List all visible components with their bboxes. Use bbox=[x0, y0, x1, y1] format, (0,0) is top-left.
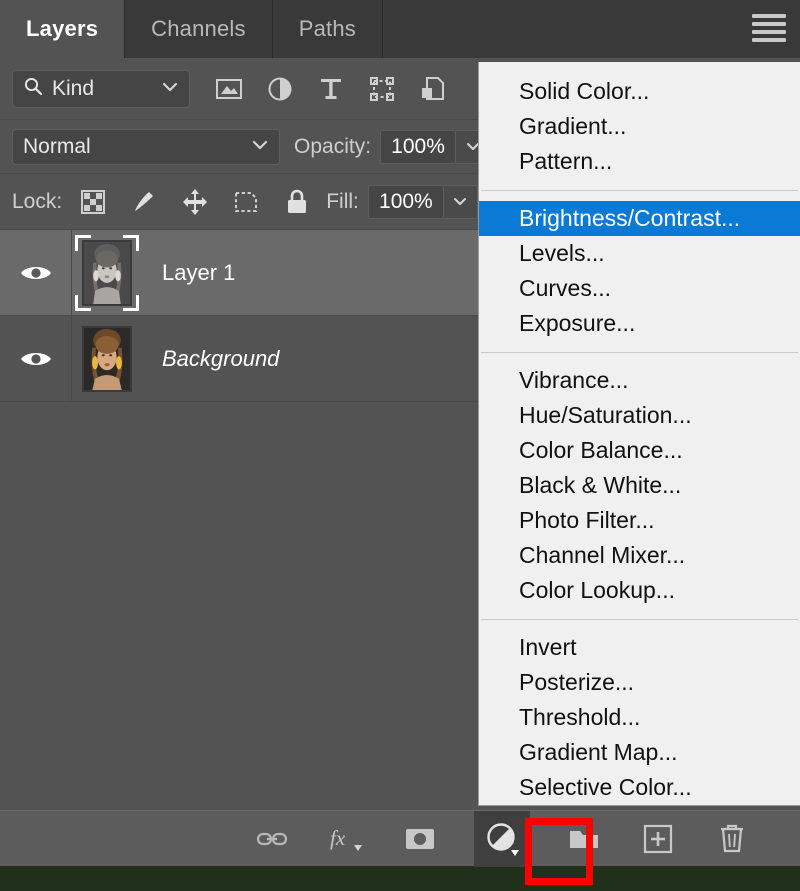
lock-label: Lock: bbox=[12, 189, 63, 213]
pixel-layer-filter-icon[interactable] bbox=[214, 74, 244, 104]
fx-icon: fx bbox=[330, 826, 362, 851]
type-layer-filter-icon[interactable] bbox=[316, 74, 346, 104]
layer-thumbnail-background[interactable] bbox=[74, 320, 140, 398]
layer-visibility-toggle-layer-1[interactable] bbox=[0, 230, 72, 315]
half-filled-circle-icon bbox=[487, 822, 519, 856]
tab-layers-label: Layers bbox=[26, 16, 99, 41]
menu-item-channel-mixer[interactable]: Channel Mixer... bbox=[479, 538, 800, 573]
menu-item-exposure[interactable]: Exposure... bbox=[479, 306, 800, 341]
new-adjustment-layer-button[interactable] bbox=[474, 810, 530, 867]
blend-mode-value: Normal bbox=[23, 134, 91, 158]
adjustment-layer-filter-icon[interactable] bbox=[265, 74, 295, 104]
menu-separator bbox=[481, 352, 798, 353]
lock-transparent-pixels-icon[interactable] bbox=[78, 187, 108, 217]
tab-strip-filler bbox=[383, 0, 800, 58]
layer-name-layer-1[interactable]: Layer 1 bbox=[162, 260, 235, 286]
chain-link-icon bbox=[256, 832, 288, 845]
panel-tab-strip: Layers Channels Paths bbox=[0, 0, 800, 58]
menu-item-gradient-map[interactable]: Gradient Map... bbox=[479, 735, 800, 770]
photoshop-layers-panel-screenshot: Layers Channels Paths Kind Normal Opacit… bbox=[0, 0, 800, 891]
menu-item-threshold[interactable]: Threshold... bbox=[479, 700, 800, 735]
menu-item-invert[interactable]: Invert bbox=[479, 630, 800, 665]
layer-style-button[interactable]: fx bbox=[326, 819, 366, 859]
menu-item-color-lookup[interactable]: Color Lookup... bbox=[479, 573, 800, 608]
new-adjustment-layer-menu: Solid Color... Gradient... Pattern... Br… bbox=[478, 62, 800, 806]
plus-square-icon bbox=[643, 824, 673, 853]
tab-channels[interactable]: Channels bbox=[125, 0, 273, 58]
link-layers-button[interactable] bbox=[252, 819, 292, 859]
chevron-down-icon bbox=[251, 138, 269, 156]
menu-item-black-and-white[interactable]: Black & White... bbox=[479, 468, 800, 503]
lock-image-pixels-icon[interactable] bbox=[129, 187, 159, 217]
menu-item-curves[interactable]: Curves... bbox=[479, 271, 800, 306]
menu-group-special: Invert Posterize... Threshold... Gradien… bbox=[479, 630, 800, 805]
new-layer-button[interactable] bbox=[638, 819, 678, 859]
filter-kind-select[interactable]: Kind bbox=[12, 69, 190, 108]
tab-paths-label: Paths bbox=[298, 16, 356, 41]
folder-icon bbox=[570, 830, 598, 848]
menu-item-pattern[interactable]: Pattern... bbox=[479, 144, 800, 179]
tab-channels-label: Channels bbox=[151, 16, 246, 41]
smart-object-filter-icon[interactable] bbox=[418, 74, 448, 104]
menu-separator bbox=[481, 190, 798, 191]
layer-name-background[interactable]: Background bbox=[162, 346, 279, 372]
layers-panel-bottom-toolbar: fx bbox=[0, 810, 800, 867]
menu-item-brightness-contrast[interactable]: Brightness/Contrast... bbox=[479, 201, 800, 236]
filter-icon-group bbox=[214, 74, 448, 104]
grayscale-portrait-thumbnail bbox=[82, 239, 132, 306]
menu-item-levels[interactable]: Levels... bbox=[479, 236, 800, 271]
new-group-button[interactable] bbox=[564, 819, 604, 859]
menu-item-hue-saturation[interactable]: Hue/Saturation... bbox=[479, 398, 800, 433]
eye-icon bbox=[20, 352, 51, 365]
filter-kind-label: Kind bbox=[52, 76, 95, 100]
shape-layer-filter-icon[interactable] bbox=[367, 74, 397, 104]
hamburger-menu-icon[interactable] bbox=[752, 14, 786, 42]
canvas-background-strip bbox=[0, 866, 800, 891]
menu-item-photo-filter[interactable]: Photo Filter... bbox=[479, 503, 800, 538]
trash-icon bbox=[721, 824, 743, 852]
lock-icon-group bbox=[78, 187, 312, 217]
add-layer-mask-button[interactable] bbox=[400, 819, 440, 859]
menu-item-selective-color[interactable]: Selective Color... bbox=[479, 770, 800, 805]
search-icon bbox=[23, 76, 43, 101]
opacity-label: Opacity: bbox=[294, 134, 372, 158]
menu-item-posterize[interactable]: Posterize... bbox=[479, 665, 800, 700]
lock-all-icon[interactable] bbox=[282, 187, 312, 217]
layer-thumbnail-layer-1[interactable] bbox=[74, 234, 140, 312]
color-portrait-thumbnail bbox=[82, 325, 132, 392]
delete-layer-button[interactable] bbox=[712, 819, 752, 859]
tab-layers[interactable]: Layers bbox=[0, 0, 126, 58]
menu-item-vibrance[interactable]: Vibrance... bbox=[479, 363, 800, 398]
eye-icon bbox=[20, 266, 51, 279]
menu-item-gradient[interactable]: Gradient... bbox=[479, 109, 800, 144]
chevron-down-icon bbox=[161, 80, 179, 98]
menu-item-color-balance[interactable]: Color Balance... bbox=[479, 433, 800, 468]
tab-paths[interactable]: Paths bbox=[273, 0, 383, 58]
layer-visibility-toggle-background[interactable] bbox=[0, 316, 72, 401]
menu-group-color: Vibrance... Hue/Saturation... Color Bala… bbox=[479, 363, 800, 608]
mask-icon bbox=[406, 828, 434, 849]
lock-position-icon[interactable] bbox=[180, 187, 210, 217]
svg-text:fx: fx bbox=[330, 826, 346, 850]
menu-group-tonal: Brightness/Contrast... Levels... Curves.… bbox=[479, 201, 800, 341]
menu-group-fill: Solid Color... Gradient... Pattern... bbox=[479, 74, 800, 179]
lock-artboard-nesting-icon[interactable] bbox=[231, 187, 261, 217]
fill-label: Fill: bbox=[326, 189, 359, 213]
menu-separator bbox=[481, 619, 798, 620]
fill-stepper[interactable] bbox=[443, 184, 478, 219]
menu-item-solid-color[interactable]: Solid Color... bbox=[479, 74, 800, 109]
opacity-input[interactable]: 100% bbox=[380, 129, 457, 164]
fill-input[interactable]: 100% bbox=[367, 184, 444, 219]
blend-mode-select[interactable]: Normal bbox=[12, 128, 280, 165]
